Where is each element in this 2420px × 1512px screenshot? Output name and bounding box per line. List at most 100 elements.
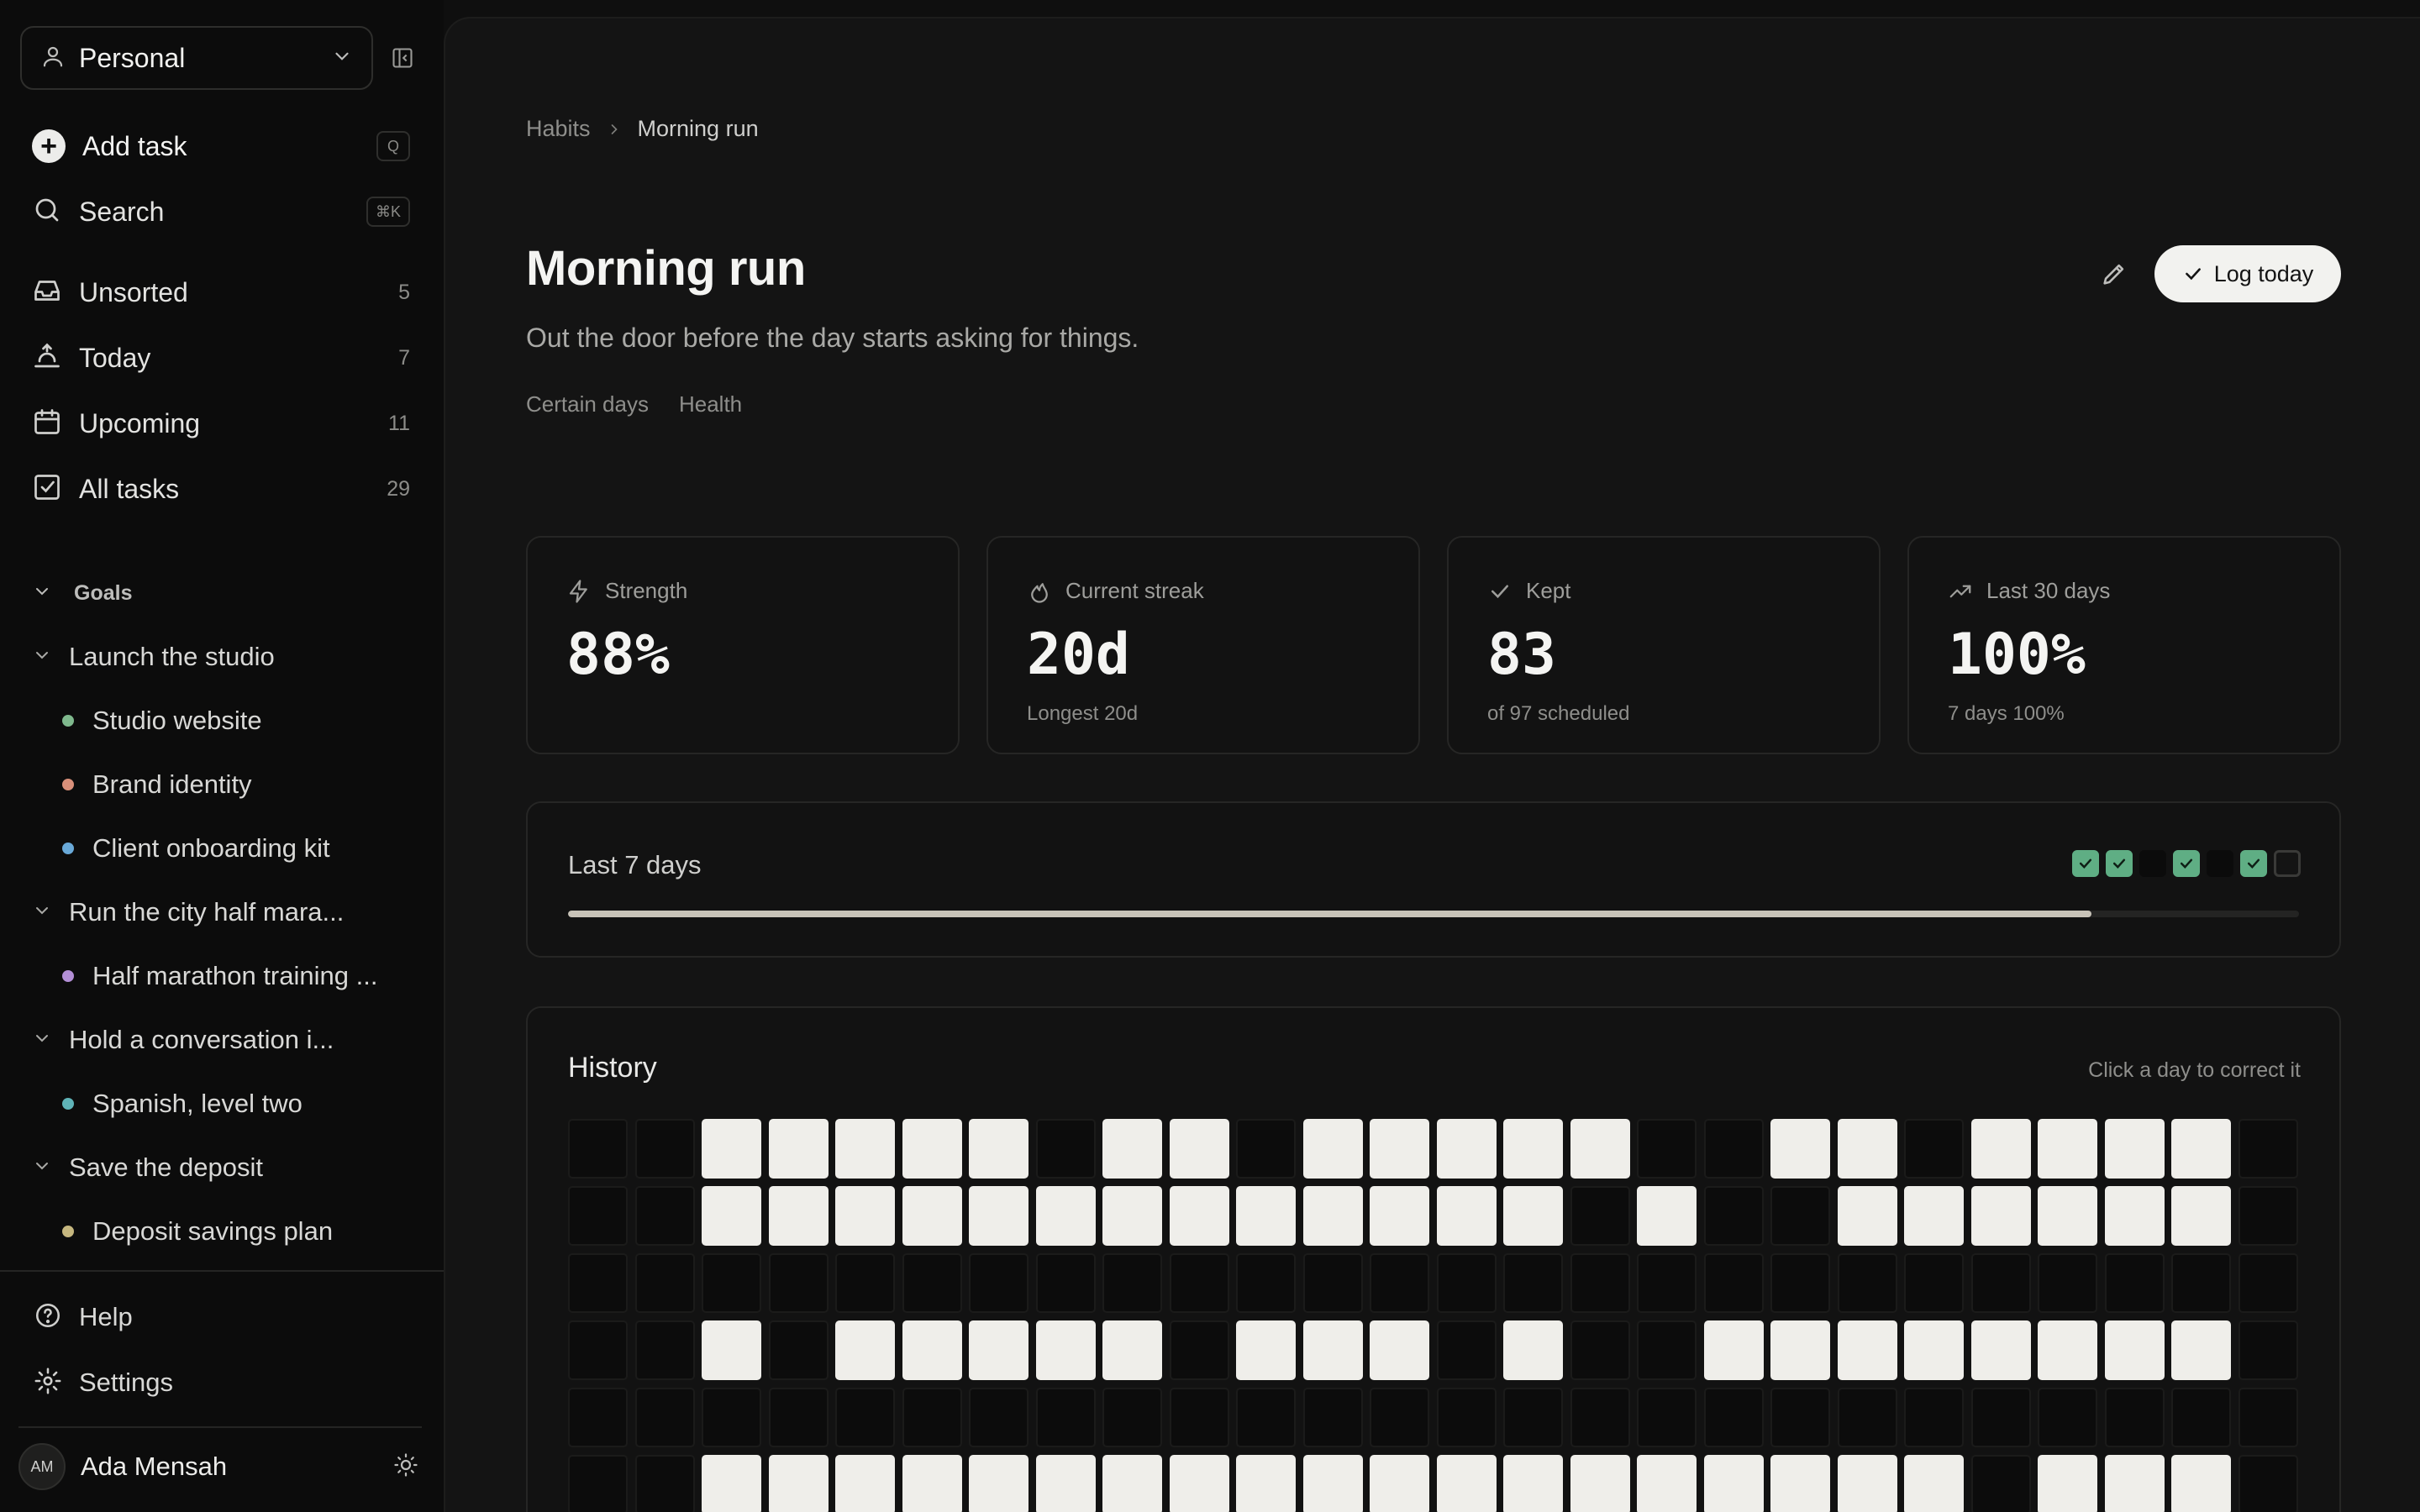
history-day-missed[interactable] [1370,1253,1429,1313]
history-day-missed[interactable] [2238,1455,2298,1512]
history-day-kept[interactable] [768,1186,829,1246]
history-day-kept[interactable] [835,1455,895,1512]
history-day-missed[interactable] [1436,1388,1497,1447]
history-day-missed[interactable] [1503,1388,1563,1447]
project-half-marathon-training[interactable]: Half marathon training ... [62,953,415,1000]
history-day-missed[interactable] [568,1320,628,1380]
day-square-done[interactable] [2173,850,2200,877]
history-day-missed[interactable] [2104,1253,2165,1313]
history-day-missed[interactable] [634,1388,695,1447]
history-day-kept[interactable] [1837,1186,1897,1246]
day-square-done[interactable] [2072,850,2099,877]
history-day-kept[interactable] [1370,1320,1429,1380]
history-day-missed[interactable] [1770,1253,1830,1313]
history-day-kept[interactable] [702,1320,761,1380]
goal-run-the-city-half-marathon[interactable]: Run the city half mara... [32,889,410,936]
history-day-missed[interactable] [1904,1119,1964,1179]
history-day-kept[interactable] [1904,1186,1964,1246]
history-day-kept[interactable] [1503,1455,1563,1512]
history-day-missed[interactable] [2238,1388,2298,1447]
history-day-missed[interactable] [1370,1388,1429,1447]
history-day-missed[interactable] [1970,1455,2031,1512]
history-day-missed[interactable] [768,1253,829,1313]
history-day-kept[interactable] [1703,1320,1764,1380]
history-day-kept[interactable] [1970,1119,2031,1179]
history-day-kept[interactable] [2171,1119,2231,1179]
history-day-kept[interactable] [768,1119,829,1179]
history-day-missed[interactable] [1637,1388,1697,1447]
history-day-kept[interactable] [2038,1186,2097,1246]
history-day-missed[interactable] [1637,1119,1697,1179]
history-day-kept[interactable] [1169,1119,1229,1179]
history-day-kept[interactable] [902,1186,962,1246]
tag-schedule[interactable]: Certain days [526,391,649,417]
history-day-kept[interactable] [902,1320,962,1380]
history-day-missed[interactable] [1703,1119,1764,1179]
history-day-kept[interactable] [1102,1186,1162,1246]
history-day-missed[interactable] [1169,1253,1229,1313]
history-day-kept[interactable] [1503,1320,1563,1380]
history-day-missed[interactable] [835,1253,895,1313]
sidebar-item-today[interactable]: Today 7 [32,333,410,383]
history-day-kept[interactable] [2171,1455,2231,1512]
history-day-kept[interactable] [835,1119,895,1179]
history-day-kept[interactable] [1169,1455,1229,1512]
history-day-missed[interactable] [2238,1320,2298,1380]
history-day-kept[interactable] [1302,1119,1363,1179]
project-spanish-level-two[interactable]: Spanish, level two [62,1080,415,1127]
day-square-done[interactable] [2240,850,2267,877]
history-day-kept[interactable] [1570,1119,1630,1179]
search-button[interactable]: Search ⌘K [32,186,410,237]
history-day-kept[interactable] [1035,1320,1096,1380]
history-day-kept[interactable] [702,1119,761,1179]
history-day-missed[interactable] [1570,1253,1630,1313]
history-day-kept[interactable] [1970,1320,2031,1380]
history-day-missed[interactable] [835,1388,895,1447]
history-day-kept[interactable] [1236,1320,1296,1380]
history-day-kept[interactable] [2104,1186,2165,1246]
history-day-missed[interactable] [1035,1253,1096,1313]
history-day-kept[interactable] [902,1455,962,1512]
history-day-missed[interactable] [1970,1253,2031,1313]
settings-button[interactable]: Settings [34,1359,173,1406]
log-today-button[interactable]: Log today [2154,245,2341,302]
workspace-switcher[interactable]: Personal [20,26,373,90]
history-day-missed[interactable] [634,1186,695,1246]
tag-category[interactable]: Health [679,391,742,417]
history-day-kept[interactable] [1102,1119,1162,1179]
history-day-missed[interactable] [1169,1320,1229,1380]
history-day-kept[interactable] [969,1119,1028,1179]
history-day-missed[interactable] [1904,1388,1964,1447]
goal-save-the-deposit[interactable]: Save the deposit [32,1144,410,1191]
history-day-kept[interactable] [1837,1320,1897,1380]
history-day-kept[interactable] [902,1119,962,1179]
history-day-missed[interactable] [1970,1388,2031,1447]
history-day-missed[interactable] [634,1119,695,1179]
project-deposit-savings-plan[interactable]: Deposit savings plan [62,1208,415,1255]
history-day-missed[interactable] [1904,1253,1964,1313]
history-day-missed[interactable] [1436,1320,1497,1380]
history-day-kept[interactable] [1770,1320,1830,1380]
history-day-missed[interactable] [902,1253,962,1313]
history-day-missed[interactable] [2171,1388,2231,1447]
history-day-kept[interactable] [1035,1455,1096,1512]
help-button[interactable]: Help [34,1294,133,1341]
day-square-miss[interactable] [2207,850,2233,877]
user-profile[interactable]: AM Ada Mensah [18,1443,418,1490]
history-day-missed[interactable] [1035,1388,1096,1447]
history-day-missed[interactable] [768,1320,829,1380]
project-brand-identity[interactable]: Brand identity [62,761,415,808]
history-day-missed[interactable] [969,1388,1028,1447]
history-day-kept[interactable] [1436,1186,1497,1246]
day-square-today[interactable] [2274,850,2301,877]
history-day-kept[interactable] [1169,1186,1229,1246]
history-day-missed[interactable] [568,1119,628,1179]
history-day-missed[interactable] [1570,1320,1630,1380]
history-day-missed[interactable] [1302,1388,1363,1447]
sidebar-toggle-icon[interactable] [388,44,417,72]
breadcrumb-parent[interactable]: Habits [526,116,591,142]
history-day-kept[interactable] [702,1186,761,1246]
add-task-button[interactable]: + Add task Q [32,121,410,171]
project-studio-website[interactable]: Studio website [62,697,415,744]
history-day-kept[interactable] [1770,1119,1830,1179]
